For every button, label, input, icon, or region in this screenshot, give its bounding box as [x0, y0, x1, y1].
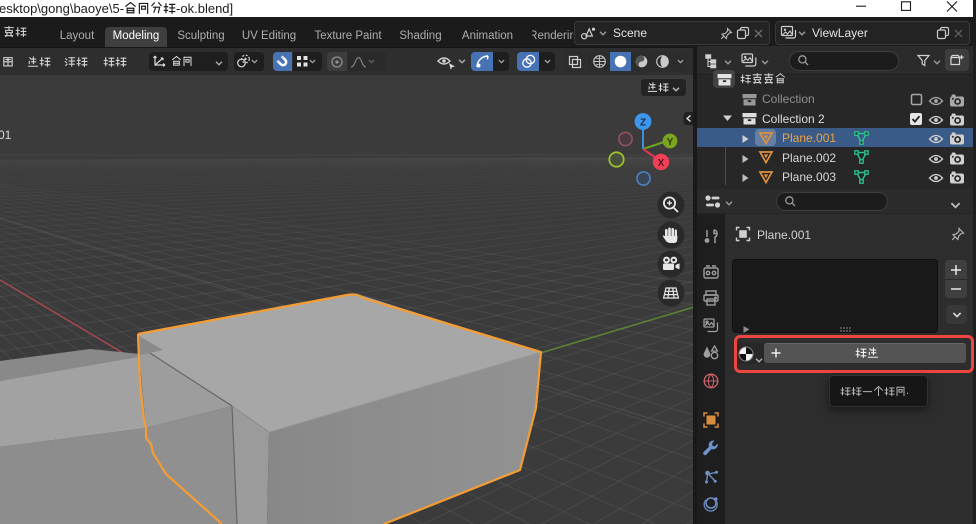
svg-text:X: X [658, 158, 665, 169]
svg-text:01: 01 [0, 128, 12, 142]
svg-text:Z: Z [640, 118, 646, 129]
svg-text:Y: Y [667, 137, 674, 148]
